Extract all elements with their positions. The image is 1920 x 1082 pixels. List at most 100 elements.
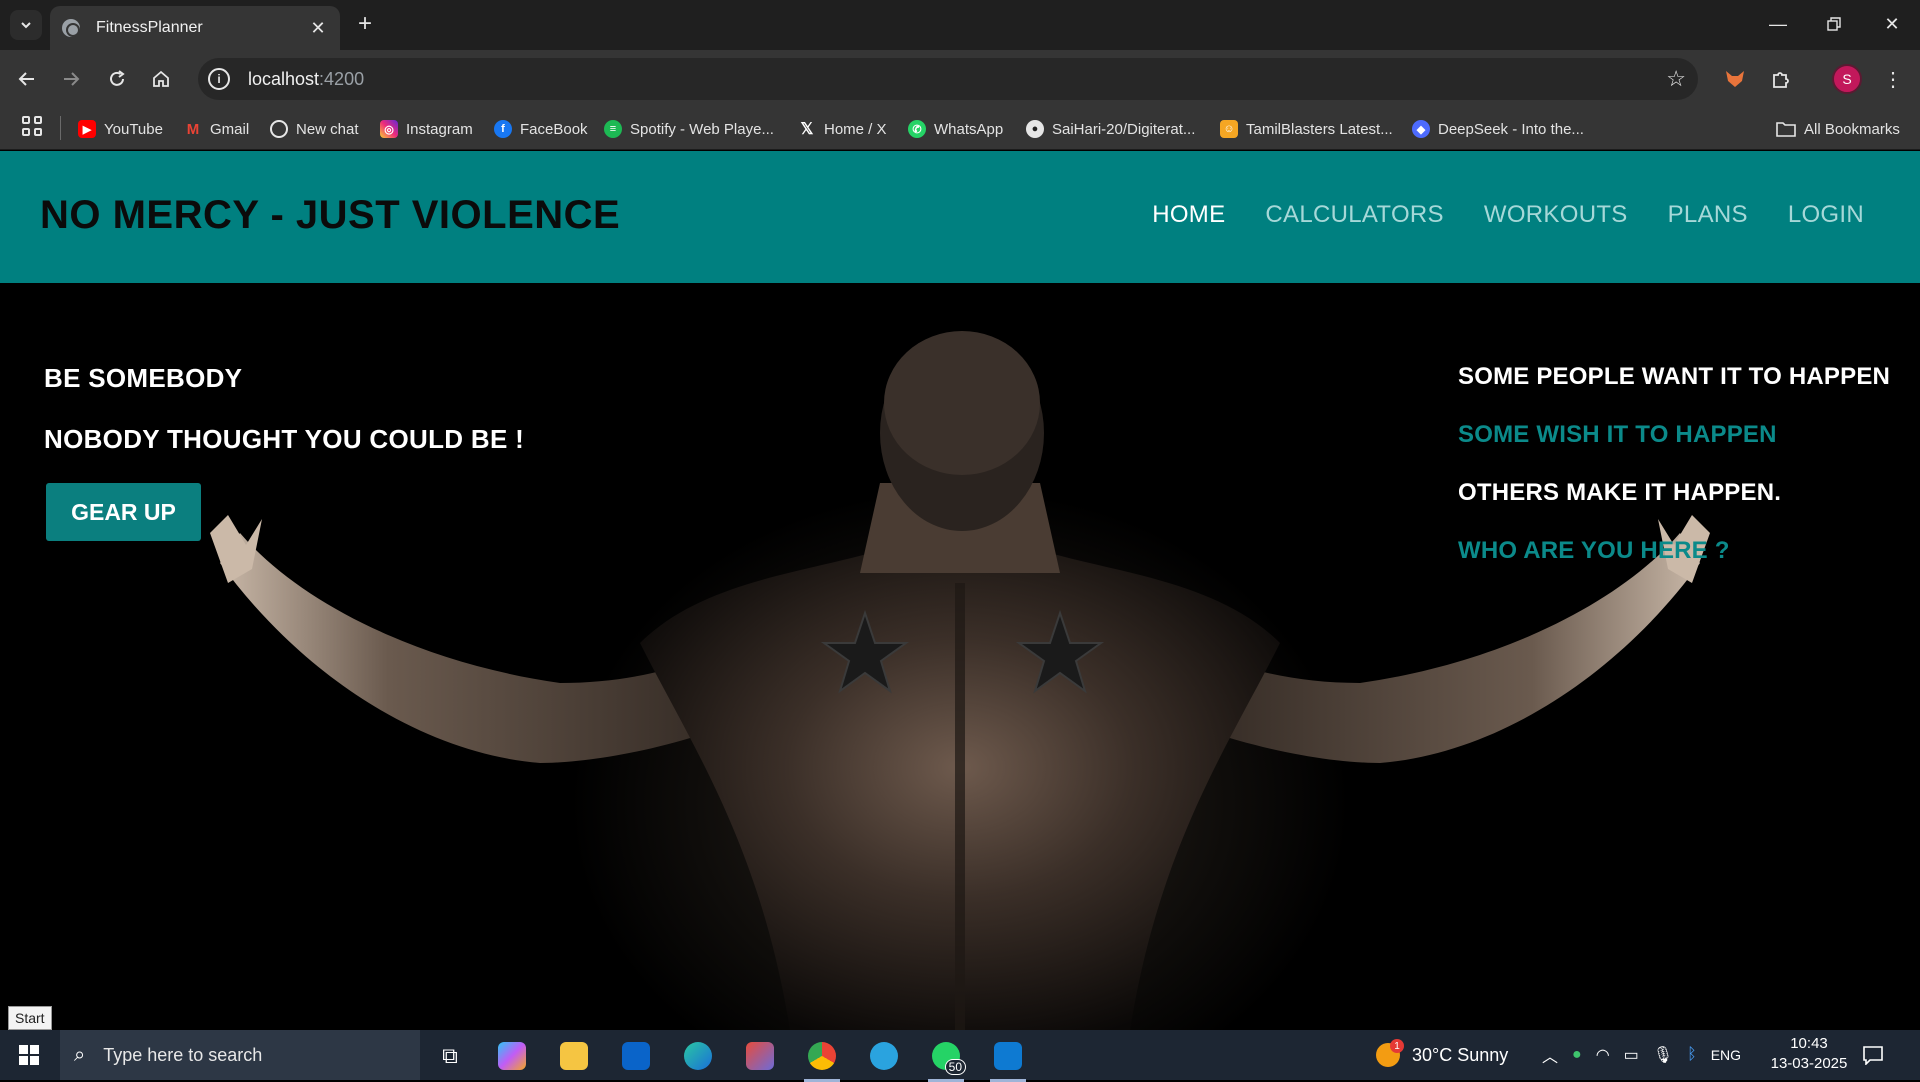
url-port: :4200: [319, 68, 365, 89]
taskbar-search[interactable]: ⌕ Type here to search: [60, 1030, 420, 1080]
bookmark-label: FaceBook: [520, 120, 588, 138]
bookmark-label: WhatsApp: [934, 120, 1004, 138]
bookmark-youtube[interactable]: ▶ YouTube: [78, 118, 163, 140]
bookmark-spotify[interactable]: ≡ Spotify - Web Playe...: [604, 118, 774, 140]
windows-taskbar: ⌕ Type here to search ⧉ 50 1 30°C Sunny …: [0, 1030, 1920, 1082]
bookmarks-divider: [60, 116, 61, 140]
task-view-icon[interactable]: ⧉: [428, 1037, 472, 1075]
bookmark-deepseek[interactable]: ◆ DeepSeek - Into the...: [1412, 118, 1584, 140]
profile-avatar[interactable]: S: [1832, 64, 1862, 94]
extensions-puzzle-icon[interactable]: [1766, 64, 1796, 94]
whatsapp-taskbar-icon[interactable]: 50: [924, 1037, 968, 1082]
notifications-button[interactable]: [1862, 1030, 1884, 1080]
gear-up-button[interactable]: GEAR UP: [46, 483, 201, 541]
apps-grid-icon[interactable]: [22, 116, 42, 136]
site-info-icon[interactable]: i: [208, 68, 230, 90]
bookmark-label: YouTube: [104, 120, 163, 138]
vscode-icon[interactable]: [986, 1037, 1030, 1082]
edge-icon[interactable]: [676, 1037, 720, 1075]
close-tab-icon[interactable]: ✕: [308, 18, 328, 39]
nav-login[interactable]: LOGIN: [1788, 201, 1864, 229]
quote-line-2: SOME WISH IT TO HAPPEN: [1458, 421, 1777, 448]
tamilblasters-icon: ☺: [1220, 120, 1238, 138]
home-icon: [153, 70, 169, 87]
site-brand[interactable]: NO MERCY - JUST VIOLENCE: [40, 193, 620, 238]
site-nav: HOME CALCULATORS WORKOUTS PLANS LOGIN: [1152, 201, 1864, 229]
start-tooltip: Start: [8, 1006, 52, 1030]
taskbar-clock[interactable]: 10:43 13-03-2025: [1764, 1034, 1854, 1074]
bookmark-github[interactable]: ● SaiHari-20/Digiterat...: [1026, 118, 1195, 140]
whatsapp-icon: ✆: [908, 120, 926, 138]
all-bookmarks[interactable]: All Bookmarks: [1776, 118, 1900, 140]
copilot-icon[interactable]: [490, 1037, 534, 1075]
language-indicator[interactable]: ENG: [1711, 1047, 1741, 1063]
home-button[interactable]: [146, 64, 176, 94]
hero-right-copy: SOME PEOPLE WANT IT TO HAPPEN SOME WISH …: [1458, 363, 1890, 595]
bookmark-label: SaiHari-20/Digiterat...: [1052, 120, 1196, 138]
clock-date: 13-03-2025: [1770, 1055, 1848, 1072]
bookmark-tamilblasters[interactable]: ☺ TamilBlasters Latest...: [1220, 118, 1393, 140]
browser-toolbar: i localhost:4200 ☆ ⋮: [0, 50, 1920, 108]
quote-line-1: SOME PEOPLE WANT IT TO HAPPEN: [1458, 363, 1891, 390]
quote-line-3: OTHERS MAKE IT HAPPEN.: [1458, 479, 1782, 506]
minimize-button[interactable]: —: [1750, 0, 1806, 48]
bookmark-label: TamilBlasters Latest...: [1246, 120, 1393, 138]
hero-section: BE SOMEBODY NOBODY THOUGHT YOU COULD BE …: [0, 283, 1920, 1030]
extension-fox-icon[interactable]: [1720, 64, 1750, 94]
bookmark-facebook[interactable]: f FaceBook: [494, 118, 588, 140]
web-page: NO MERCY - JUST VIOLENCE HOME CALCULATOR…: [0, 151, 1920, 1030]
battery-icon[interactable]: ▭: [1624, 1045, 1639, 1065]
restore-button[interactable]: [1806, 0, 1862, 48]
bluetooth-icon[interactable]: ᛒ: [1687, 1046, 1697, 1064]
bookmark-x[interactable]: 𝕏 Home / X: [798, 118, 887, 140]
network-status-icon[interactable]: ●: [1572, 1046, 1582, 1064]
deepseek-icon: ◆: [1412, 120, 1430, 138]
whatsapp-badge: 50: [944, 1059, 966, 1075]
weather-text: 30°C Sunny: [1412, 1044, 1509, 1065]
windows-logo-icon: [19, 1045, 39, 1065]
new-tab-button[interactable]: +: [352, 12, 378, 38]
nav-plans[interactable]: PLANS: [1668, 201, 1748, 229]
tab-search-button[interactable]: [10, 10, 42, 40]
reload-button[interactable]: [102, 64, 132, 94]
sun-icon: 1: [1376, 1039, 1404, 1067]
browser-tab[interactable]: FitnessPlanner ✕: [50, 6, 340, 50]
instagram-icon: ◎: [380, 120, 398, 138]
nav-workouts[interactable]: WORKOUTS: [1484, 201, 1628, 229]
folder-icon: [1776, 122, 1796, 137]
wifi-icon[interactable]: ◠: [1596, 1045, 1610, 1065]
file-explorer-icon[interactable]: [552, 1037, 596, 1075]
arrow-left-icon: [18, 72, 34, 86]
bookmark-label: New chat: [296, 120, 359, 138]
weather-badge: 1: [1390, 1039, 1404, 1053]
facebook-icon: f: [494, 120, 512, 138]
arrow-right-icon: [64, 72, 80, 86]
site-header: NO MERCY - JUST VIOLENCE HOME CALCULATOR…: [0, 151, 1920, 283]
snipping-tool-icon[interactable]: [738, 1037, 782, 1075]
bookmark-label: Home / X: [824, 120, 887, 138]
start-button[interactable]: [0, 1030, 58, 1080]
spotify-icon: ≡: [604, 120, 622, 138]
outlook-icon[interactable]: [614, 1037, 658, 1075]
close-window-button[interactable]: ✕: [1864, 0, 1920, 48]
bookmark-whatsapp[interactable]: ✆ WhatsApp: [908, 118, 1003, 140]
back-button[interactable]: [12, 64, 42, 94]
bookmark-new-chat[interactable]: New chat: [270, 118, 359, 140]
nav-home[interactable]: HOME: [1152, 201, 1225, 229]
chevron-up-icon[interactable]: ︿: [1542, 1043, 1558, 1067]
telegram-icon[interactable]: [862, 1037, 906, 1075]
menu-kebab-icon[interactable]: ⋮: [1878, 64, 1908, 94]
search-icon: ⌕: [74, 1043, 86, 1066]
chrome-icon[interactable]: [800, 1037, 844, 1082]
address-bar[interactable]: i localhost:4200 ☆: [198, 58, 1698, 100]
bookmark-instagram[interactable]: ◎ Instagram: [380, 118, 473, 140]
reload-icon: [110, 70, 125, 86]
bookmark-star-icon[interactable]: ☆: [1666, 66, 1686, 92]
weather-widget[interactable]: 1 30°C Sunny: [1376, 1030, 1508, 1080]
microphone-icon[interactable]: 🎙: [1653, 1045, 1673, 1065]
forward-button[interactable]: [56, 64, 86, 94]
nav-calculators[interactable]: CALCULATORS: [1265, 201, 1443, 229]
bookmark-gmail[interactable]: M Gmail: [184, 118, 249, 140]
bookmark-label: Instagram: [406, 120, 473, 138]
youtube-icon: ▶: [78, 120, 96, 138]
